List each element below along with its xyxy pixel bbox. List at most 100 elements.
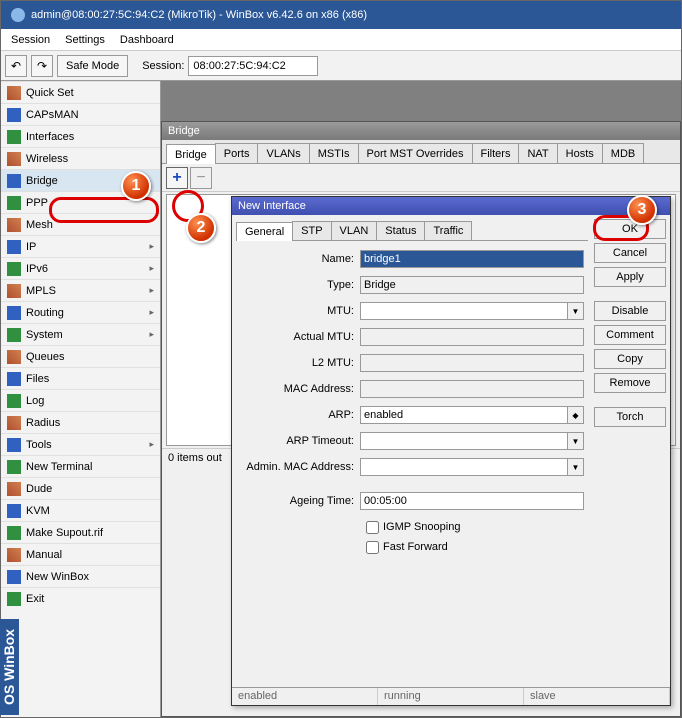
remove-button[interactable]: − xyxy=(190,167,212,189)
menu-item-icon xyxy=(7,350,21,364)
bridge-tab-ports[interactable]: Ports xyxy=(215,143,259,163)
bridge-tab-bridge[interactable]: Bridge xyxy=(166,144,216,164)
menu-item-icon xyxy=(7,262,21,276)
session-value: 08:00:27:5C:94:C2 xyxy=(188,56,318,76)
arp-timeout-dropdown[interactable]: ▼ xyxy=(568,432,584,450)
sidebar-item-label: Log xyxy=(26,395,44,407)
menu-dashboard[interactable]: Dashboard xyxy=(120,34,174,46)
sidebar-item-exit[interactable]: Exit xyxy=(1,587,160,609)
cancel-button[interactable]: Cancel xyxy=(594,243,666,263)
sidebar-item-label: Bridge xyxy=(26,175,58,187)
bridge-tab-vlans[interactable]: VLANs xyxy=(257,143,309,163)
bridge-tab-port-mst-overrides[interactable]: Port MST Overrides xyxy=(358,143,473,163)
sidebar-item-tools[interactable]: Tools▸ xyxy=(1,433,160,455)
name-label: Name: xyxy=(240,253,360,265)
arp-dropdown[interactable]: ◆ xyxy=(568,406,584,424)
bridge-tab-hosts[interactable]: Hosts xyxy=(557,143,603,163)
sidebar-item-radius[interactable]: Radius xyxy=(1,411,160,433)
admin-mac-dropdown[interactable]: ▼ xyxy=(568,458,584,476)
remove-button[interactable]: Remove xyxy=(594,373,666,393)
sidebar-item-log[interactable]: Log xyxy=(1,389,160,411)
igmp-label: IGMP Snooping xyxy=(383,521,460,533)
sidebar-item-label: Exit xyxy=(26,593,44,605)
titlebar: admin@08:00:27:5C:94:C2 (MikroTik) - Win… xyxy=(1,1,681,29)
apply-button[interactable]: Apply xyxy=(594,267,666,287)
app-icon xyxy=(11,8,25,22)
arp-input[interactable] xyxy=(360,406,568,424)
menu-item-icon xyxy=(7,152,21,166)
newif-tab-stp[interactable]: STP xyxy=(292,221,331,240)
menubar: Session Settings Dashboard xyxy=(1,29,681,51)
sidebar-item-label: MPLS xyxy=(26,285,56,297)
add-button[interactable]: + xyxy=(166,167,188,189)
sidebar-item-ipv6[interactable]: IPv6▸ xyxy=(1,257,160,279)
annotation-marker-1: 1 xyxy=(121,171,151,201)
arp-timeout-input[interactable] xyxy=(360,432,568,450)
bridge-tab-filters[interactable]: Filters xyxy=(472,143,520,163)
sidebar-item-wireless[interactable]: Wireless xyxy=(1,147,160,169)
actual-mtu-label: Actual MTU: xyxy=(240,331,360,343)
sidebar-item-ip[interactable]: IP▸ xyxy=(1,235,160,257)
toolbar: ↶ ↷ Safe Mode Session: 08:00:27:5C:94:C2 xyxy=(1,51,681,81)
sidebar-item-new-terminal[interactable]: New Terminal xyxy=(1,455,160,477)
sidebar-item-label: Radius xyxy=(26,417,60,429)
arp-timeout-label: ARP Timeout: xyxy=(240,435,360,447)
l2mtu-input xyxy=(360,354,584,372)
sidebar-item-system[interactable]: System ▸ xyxy=(1,323,160,345)
sidebar-item-manual[interactable]: Manual xyxy=(1,543,160,565)
redo-button[interactable]: ↷ xyxy=(31,55,53,77)
sidebar-item-label: IP xyxy=(26,241,36,253)
sidebar-item-queues[interactable]: Queues xyxy=(1,345,160,367)
name-input[interactable] xyxy=(360,250,584,268)
sidebar-item-files[interactable]: Files xyxy=(1,367,160,389)
sidebar-item-mpls[interactable]: MPLS▸ xyxy=(1,279,160,301)
menu-item-icon xyxy=(7,130,21,144)
sidebar-item-capsman[interactable]: CAPsMAN xyxy=(1,103,160,125)
newif-tab-vlan[interactable]: VLAN xyxy=(331,221,378,240)
submenu-arrow-icon: ▸ xyxy=(149,329,154,340)
bridge-tab-mstis[interactable]: MSTIs xyxy=(309,143,359,163)
newif-tab-status[interactable]: Status xyxy=(376,221,425,240)
sidebar-item-make-supout-rif[interactable]: Make Supout.rif xyxy=(1,521,160,543)
ageing-input[interactable] xyxy=(360,492,584,510)
undo-button[interactable]: ↶ xyxy=(5,55,27,77)
sidebar-item-dude[interactable]: Dude xyxy=(1,477,160,499)
newif-tab-general[interactable]: General xyxy=(236,222,293,241)
sidebar-item-label: Queues xyxy=(26,351,65,363)
menu-item-icon xyxy=(7,372,21,386)
ok-button[interactable]: OK xyxy=(594,219,666,239)
bridge-tab-nat[interactable]: NAT xyxy=(518,143,557,163)
menu-settings[interactable]: Settings xyxy=(65,34,105,46)
mtu-dropdown[interactable]: ▼ xyxy=(568,302,584,320)
sidebar-item-label: CAPsMAN xyxy=(26,109,79,121)
dialog-status-bar: enabled running slave xyxy=(232,687,670,705)
admin-mac-input[interactable] xyxy=(360,458,568,476)
brand-label: OS WinBox xyxy=(0,619,19,715)
menu-item-icon xyxy=(7,592,21,606)
disable-button[interactable]: Disable xyxy=(594,301,666,321)
menu-session[interactable]: Session xyxy=(11,34,50,46)
igmp-checkbox[interactable] xyxy=(366,521,379,534)
new-interface-fields: Name: Type: MTU:▼ Actual MTU: L2 MTU: MA… xyxy=(236,241,588,565)
sidebar-item-label: Mesh xyxy=(26,219,53,231)
sidebar-item-interfaces[interactable]: Interfaces xyxy=(1,125,160,147)
sidebar-item-routing[interactable]: Routing▸ xyxy=(1,301,160,323)
sidebar-item-mesh[interactable]: Mesh xyxy=(1,213,160,235)
fastforward-checkbox[interactable] xyxy=(366,541,379,554)
comment-button[interactable]: Comment xyxy=(594,325,666,345)
sidebar-item-quick-set[interactable]: Quick Set xyxy=(1,81,160,103)
sidebar-item-new-winbox[interactable]: New WinBox xyxy=(1,565,160,587)
sidebar-item-label: Make Supout.rif xyxy=(26,527,103,539)
mtu-input[interactable] xyxy=(360,302,568,320)
new-interface-tabs: GeneralSTPVLANStatusTraffic xyxy=(236,219,588,241)
safemode-button[interactable]: Safe Mode xyxy=(57,55,128,77)
sidebar-item-label: KVM xyxy=(26,505,50,517)
torch-button[interactable]: Torch xyxy=(594,407,666,427)
copy-button[interactable]: Copy xyxy=(594,349,666,369)
newif-tab-traffic[interactable]: Traffic xyxy=(424,221,472,240)
sidebar-item-kvm[interactable]: KVM xyxy=(1,499,160,521)
sidebar-item-label: Interfaces xyxy=(26,131,74,143)
mac-input xyxy=(360,380,584,398)
sidebar-item-label: System xyxy=(26,329,63,341)
bridge-tab-mdb[interactable]: MDB xyxy=(602,143,644,163)
